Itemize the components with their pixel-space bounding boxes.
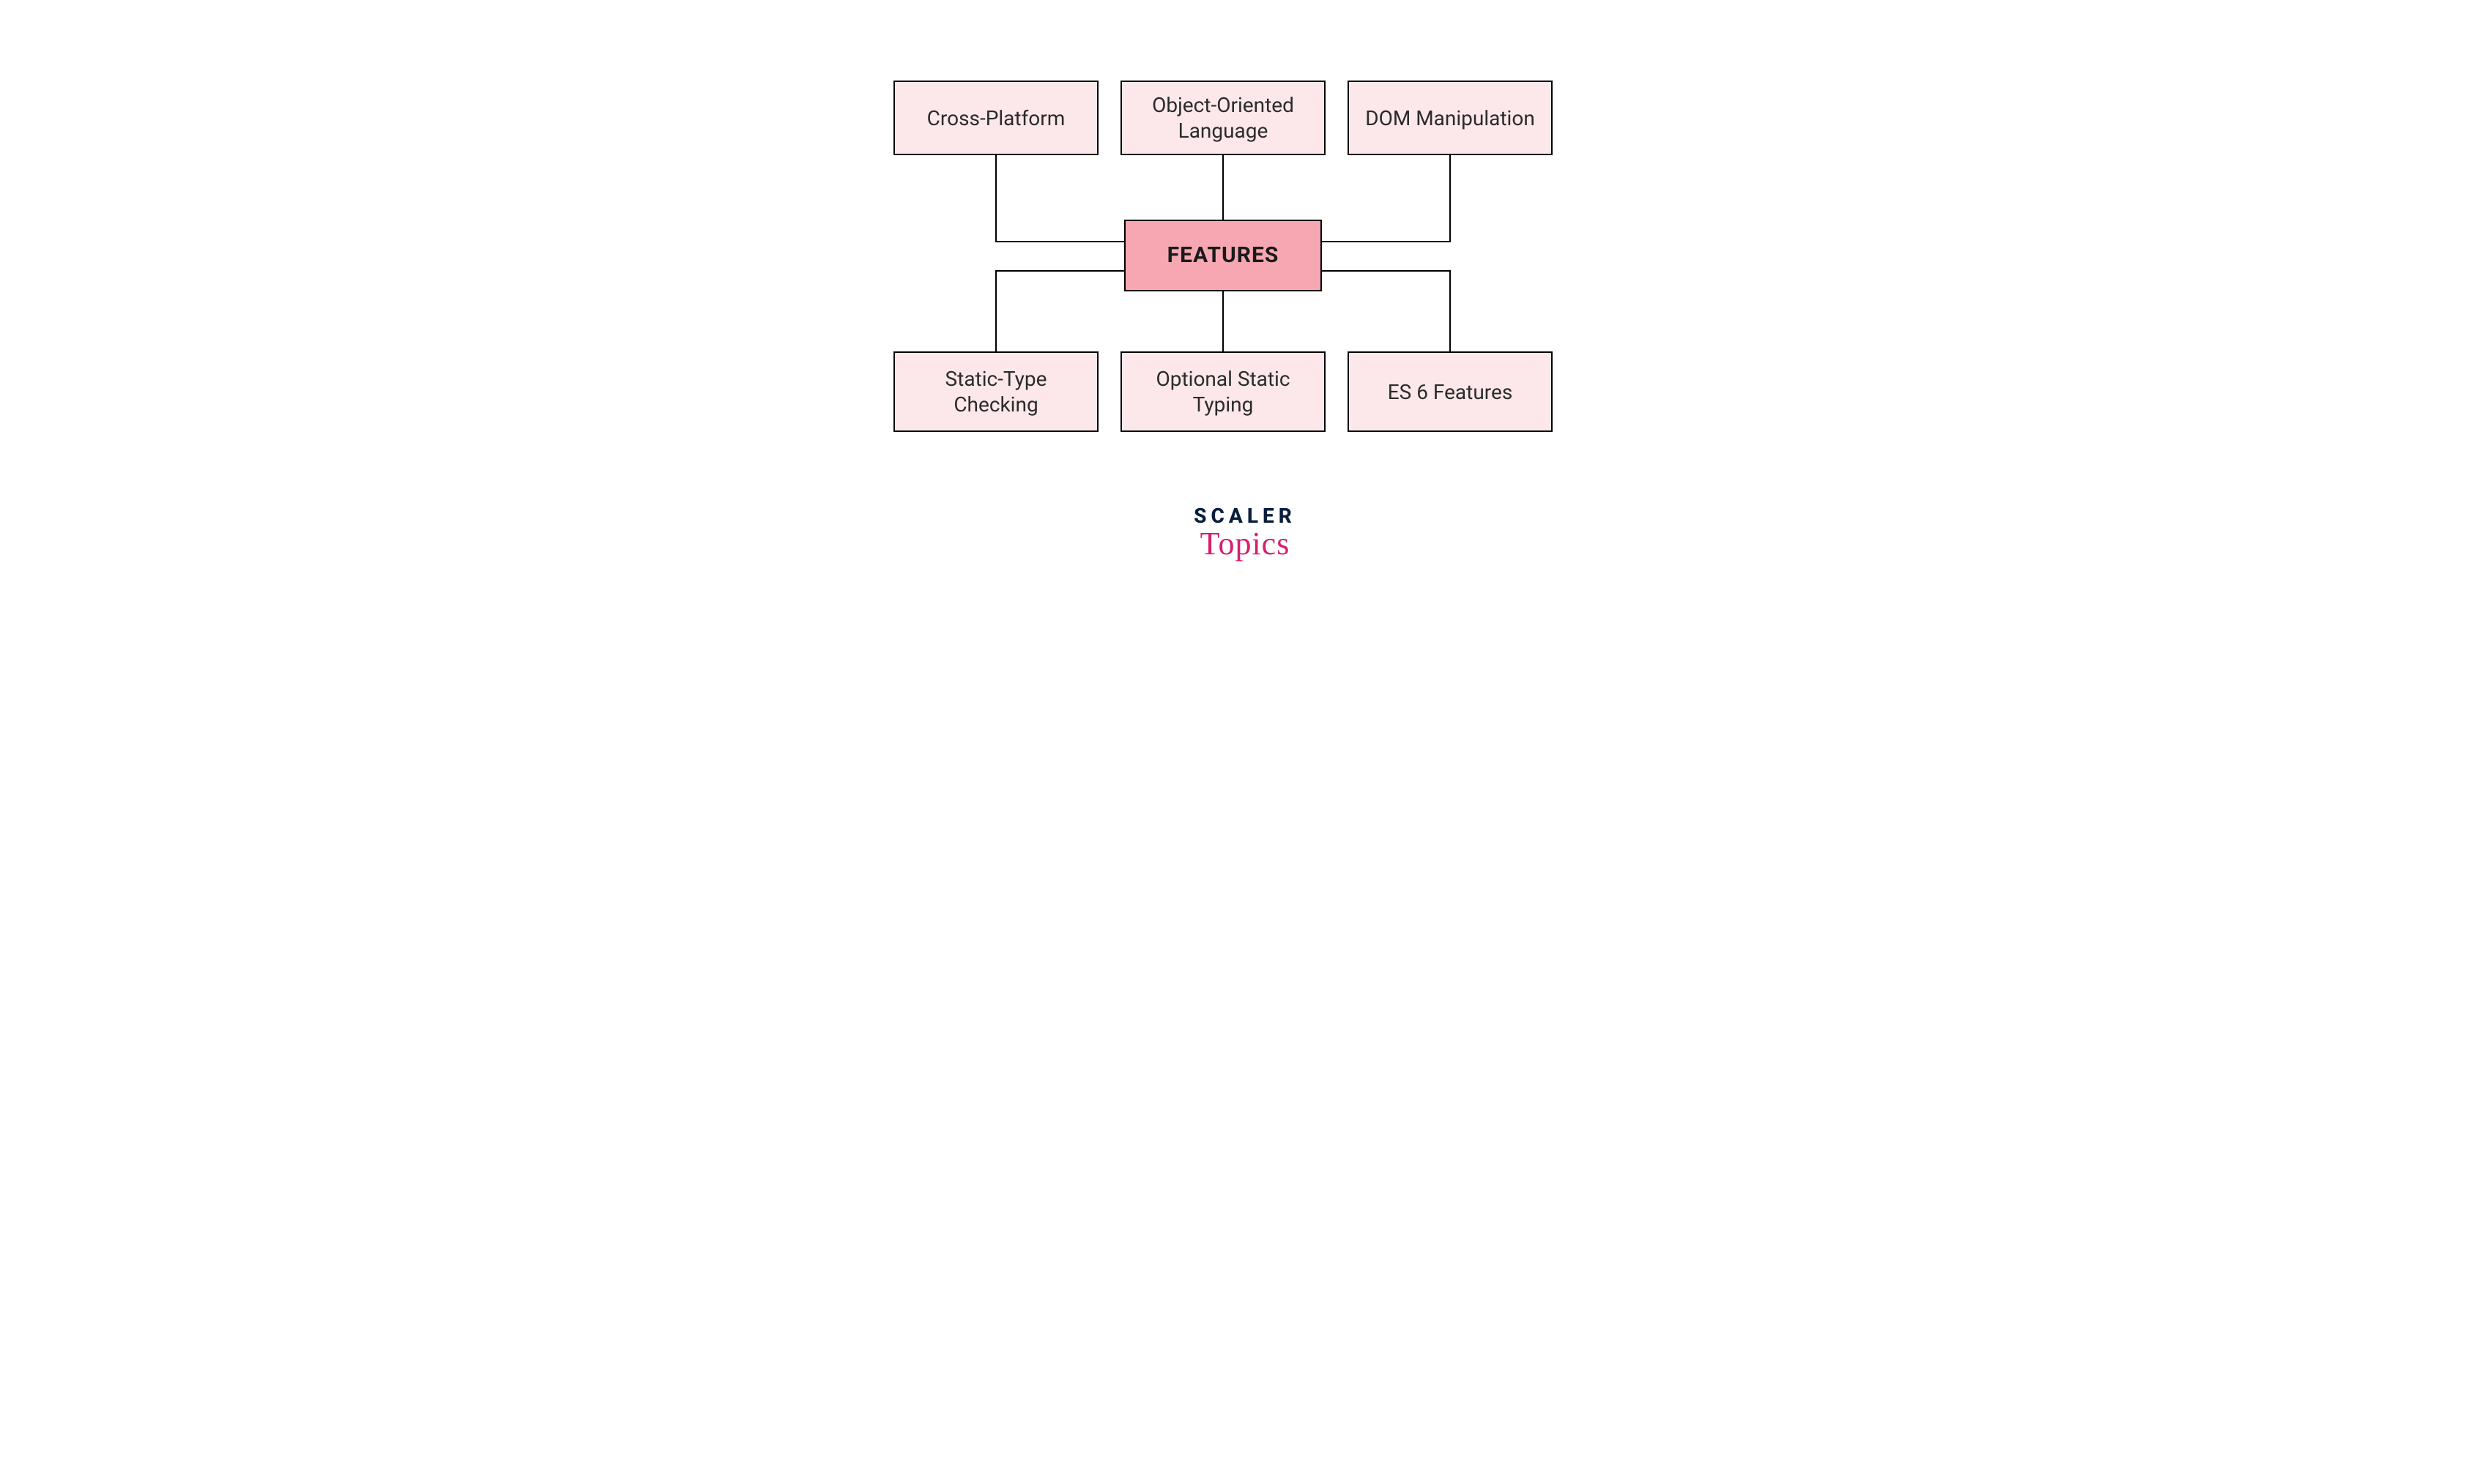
node-label: DOM Manipulation <box>1365 105 1535 131</box>
node-static-type-checking: Static-Type Checking <box>893 351 1099 432</box>
brand-logo: SCALER Topics <box>1194 504 1296 562</box>
diagram-canvas: Cross-Platform Object-Oriented Language … <box>703 0 1787 646</box>
node-dom-manipulation: DOM Manipulation <box>1348 81 1553 155</box>
node-label: Object-Oriented Language <box>1134 92 1312 143</box>
node-features-center: FEATURES <box>1124 220 1322 291</box>
node-label: Optional Static Typing <box>1134 366 1312 417</box>
node-object-oriented: Object-Oriented Language <box>1120 81 1326 155</box>
node-label: Static-Type Checking <box>907 366 1085 417</box>
node-label: Cross-Platform <box>927 105 1066 131</box>
node-label: ES 6 Features <box>1388 379 1513 405</box>
node-optional-static-typing: Optional Static Typing <box>1120 351 1326 432</box>
logo-text-topics: Topics <box>1194 525 1296 562</box>
node-es6-features: ES 6 Features <box>1348 351 1553 432</box>
center-label: FEATURES <box>1167 242 1279 269</box>
node-cross-platform: Cross-Platform <box>893 81 1099 155</box>
